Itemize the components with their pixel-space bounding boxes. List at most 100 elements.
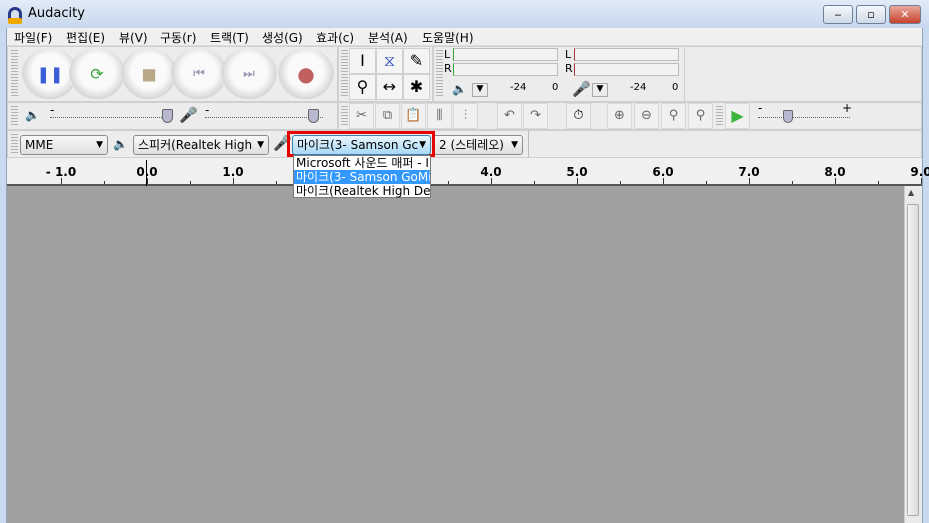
meter-tick-label: 0 — [552, 82, 559, 93]
menu-tracks[interactable]: 트랙(T) — [210, 29, 249, 46]
draw-tool-icon[interactable]: ✎ — [403, 48, 430, 74]
close-button[interactable]: ✕ — [889, 5, 921, 24]
toolbar-grip[interactable] — [11, 106, 18, 126]
record-volume-thumb[interactable] — [308, 109, 319, 123]
toolbar-grip[interactable] — [11, 50, 18, 98]
menu-transport[interactable]: 구동(r) — [160, 29, 196, 46]
stop-icon: ■ — [141, 64, 157, 84]
silence-button[interactable]: ⫶ — [453, 103, 478, 129]
ruler-tick — [620, 181, 621, 184]
trim-icon: ⫼ — [436, 108, 443, 123]
loop-play-button[interactable]: ⟳ — [69, 49, 125, 99]
ruler-tick — [706, 181, 707, 184]
menu-analyze[interactable]: 분석(A) — [368, 29, 408, 46]
menu-generate[interactable]: 생성(G) — [262, 29, 303, 46]
playback-meter-right[interactable] — [453, 63, 558, 76]
fit-selection-icon: ⚲ — [668, 108, 679, 123]
menu-edit[interactable]: 편집(E) — [66, 29, 105, 46]
timeshift-tool-icon[interactable]: ↔ — [376, 74, 403, 100]
record-button[interactable]: ● — [278, 49, 334, 99]
menu-bar: 파일(F) 편집(E) 뷰(V) 구동(r) 트랙(T) 생성(G) 효과(c)… — [7, 28, 922, 46]
multi-tool-icon[interactable]: ✱ — [403, 74, 430, 100]
toolbar-grip[interactable] — [341, 50, 348, 98]
host-value: MME — [25, 138, 54, 152]
speaker-icon: 🔈 — [452, 82, 467, 96]
play-speed-thumb[interactable] — [783, 110, 793, 123]
fit-project-button[interactable]: ⚲ — [688, 103, 713, 129]
scroll-up-icon[interactable]: ▲ — [908, 188, 914, 197]
record-meter-right[interactable] — [574, 63, 679, 76]
menu-view[interactable]: 뷰(V) — [119, 29, 148, 46]
skip-end-icon: ⏭ — [243, 66, 255, 82]
output-device-select[interactable]: 스피커(Realtek High ▼ — [133, 135, 269, 155]
skip-end-button[interactable]: ⏭ — [221, 49, 277, 99]
menu-help[interactable]: 도움말(H) — [422, 29, 474, 46]
zoom-tool-icon[interactable]: ⚲ — [349, 74, 376, 100]
dropdown-option[interactable]: Microsoft 사운드 매퍼 - I — [294, 156, 430, 170]
ruler-label: 7.0 — [738, 165, 760, 179]
stop-button[interactable]: ■ — [121, 49, 177, 99]
playback-meter-menu[interactable]: ▼ — [472, 83, 488, 97]
playback-meter-left-label: L — [444, 48, 451, 61]
copy-button[interactable]: ⧉ — [375, 103, 400, 129]
toolbar-grip[interactable] — [716, 106, 723, 126]
minimize-button[interactable]: ‒ — [823, 5, 853, 24]
vertical-scrollbar[interactable]: ▲ — [904, 186, 922, 523]
playback-meter-right-label: R — [444, 62, 452, 75]
toolbar-grip[interactable] — [11, 134, 18, 154]
play-at-speed-button[interactable]: ▶ — [725, 103, 750, 129]
playback-meter-left[interactable] — [453, 48, 558, 61]
skip-start-button[interactable]: ⏮ — [171, 49, 227, 99]
record-meter-left[interactable] — [574, 48, 679, 61]
ruler-label: 1.0 — [222, 165, 244, 179]
toolbar-grip[interactable] — [341, 106, 348, 126]
ruler-tick — [792, 181, 793, 184]
host-select[interactable]: MME ▼ — [20, 135, 108, 155]
chevron-down-icon: ▼ — [96, 140, 103, 150]
play-speed-slider[interactable] — [758, 117, 850, 118]
undo-button[interactable]: ↶ — [497, 103, 522, 129]
timeline-ruler[interactable]: - 1.00.01.02.03.04.05.06.07.08.09.0 — [7, 158, 929, 186]
microphone-icon: 🎤 — [179, 106, 198, 124]
record-volume-slider[interactable] — [205, 117, 323, 118]
fit-selection-button[interactable]: ⚲ — [661, 103, 686, 129]
ruler-tick — [749, 178, 750, 184]
maximize-button[interactable]: ▫ — [856, 5, 886, 24]
menu-file[interactable]: 파일(F) — [14, 29, 52, 46]
input-device-value: 마이크(3- Samson Gc — [297, 138, 419, 152]
selection-tool-icon[interactable]: I — [349, 48, 376, 74]
ruler-tick — [663, 178, 664, 184]
paste-button[interactable]: 📋 — [401, 103, 426, 129]
ruler-label: - 1.0 — [45, 165, 77, 179]
title-bar: Audacity ‒ ▫ ✕ — [0, 0, 929, 28]
channels-select[interactable]: 2 (스테레오) ▼ — [435, 135, 523, 155]
playback-volume-slider[interactable] — [50, 117, 168, 118]
envelope-tool-icon[interactable]: ⧖ — [376, 48, 403, 74]
trim-button[interactable]: ⫼ — [427, 103, 452, 129]
track-area[interactable] — [7, 186, 904, 523]
playback-volume-thumb[interactable] — [162, 109, 173, 123]
ruler-label: 6.0 — [652, 165, 674, 179]
scrollbar-thumb[interactable] — [907, 204, 919, 516]
dropdown-option-selected[interactable]: 마이크(3- Samson GoMic — [294, 170, 430, 184]
menu-effect[interactable]: 효과(c) — [316, 29, 354, 46]
pause-icon: ❚❚ — [36, 64, 64, 84]
zoom-out-button[interactable]: ⊖ — [634, 103, 659, 129]
sync-lock-button[interactable]: ⏱ — [566, 103, 591, 129]
ruler-tick — [190, 181, 191, 184]
device-toolbar: MME ▼ 🔈 스피커(Realtek High ▼ 🎤 마이크(3- Samson… — [7, 130, 922, 158]
redo-icon: ↷ — [530, 108, 541, 123]
dropdown-option[interactable]: 마이크(Realtek High Def — [294, 184, 430, 198]
redo-button[interactable]: ↷ — [523, 103, 548, 129]
input-device-select[interactable]: 마이크(3- Samson Gc ▼ — [292, 135, 431, 155]
ruler-tick — [61, 178, 62, 184]
toolbar-grip[interactable] — [436, 50, 443, 98]
zoom-in-icon: ⊕ — [614, 108, 625, 123]
cut-button[interactable]: ✂ — [349, 103, 374, 129]
zoom-in-button[interactable]: ⊕ — [607, 103, 632, 129]
slider-min-label: - — [758, 101, 763, 115]
input-device-dropdown: Microsoft 사운드 매퍼 - I 마이크(3- Samson GoMic… — [293, 155, 431, 198]
record-meter-menu[interactable]: ▼ — [592, 83, 608, 97]
toolbar-empty-area — [685, 46, 922, 102]
play-cursor[interactable] — [146, 160, 147, 186]
